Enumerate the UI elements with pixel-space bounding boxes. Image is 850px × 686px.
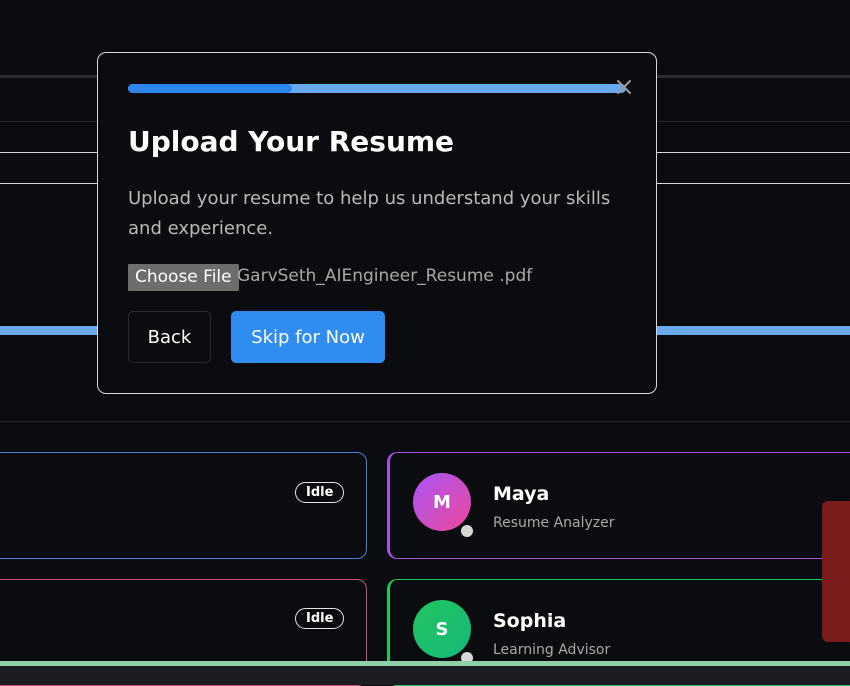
- agent-role: Learning Advisor: [493, 642, 611, 658]
- avatar-initial: S: [435, 618, 449, 640]
- choose-file-button[interactable]: Choose File: [128, 264, 239, 291]
- close-icon[interactable]: [612, 75, 636, 99]
- agent-name: Maya: [493, 483, 550, 505]
- agent-role: Resume Analyzer: [493, 515, 615, 531]
- step-progress-fill: [128, 84, 293, 93]
- agent-card[interactable]: Idle: [0, 452, 367, 559]
- modal-title: Upload Your Resume: [128, 125, 455, 158]
- avatar: M: [413, 473, 471, 531]
- status-badge: Idle: [295, 482, 345, 503]
- step-progress-bar: [128, 84, 626, 93]
- avatar-initial: M: [433, 491, 451, 513]
- modal-description: Upload your resume to help us understand…: [128, 188, 611, 239]
- skip-for-now-button[interactable]: Skip for Now: [231, 311, 385, 363]
- status-badge: Idle: [295, 608, 345, 629]
- back-button[interactable]: Back: [128, 311, 211, 363]
- agent-name: Sophia: [493, 610, 567, 632]
- avatar: S: [413, 600, 471, 658]
- side-panel-tab[interactable]: [822, 501, 850, 642]
- agent-card-maya[interactable]: M Maya Resume Analyzer: [387, 452, 850, 559]
- taskbar: [0, 666, 850, 685]
- background-divider: [0, 421, 850, 422]
- selected-file-name: GarvSeth_AIEngineer_Resume .pdf: [237, 266, 533, 286]
- status-dot: [459, 523, 475, 539]
- upload-resume-modal: Upload Your Resume Upload your resume to…: [97, 52, 657, 394]
